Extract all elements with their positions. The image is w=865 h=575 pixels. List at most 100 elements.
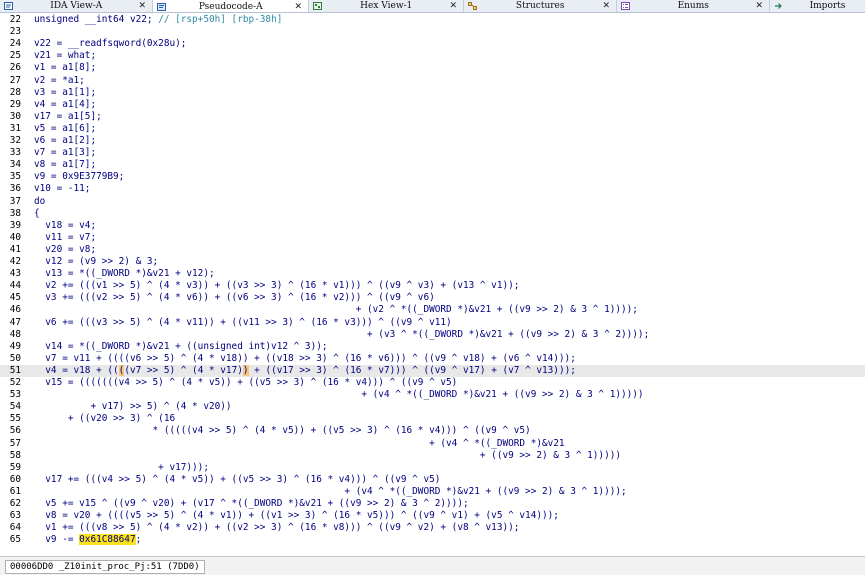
code-line[interactable]: 22 unsigned __int64 v22; // [rsp+50h] [rb… [0,14,865,26]
code-line[interactable]: 37 do [0,196,865,208]
code-text: v8 = a1[7]; [34,159,97,171]
code-line[interactable]: 32 v6 = a1[2]; [0,135,865,147]
line-number: 25 [9,50,21,62]
status-bar: 00006DD0 _Z10init_proc_Pj:51 (7DD0) [0,556,865,575]
code-text: v12 = (v9 >> 2) & 3; [34,256,159,267]
code-line[interactable]: 49 v14 = *((_DWORD *)&v21 + ((unsigned i… [0,341,865,353]
code-line-current[interactable]: 51 v4 = v18 + ((((v7 >> 5) ^ (4 * v17)) … [0,364,865,377]
tab-structures[interactable]: Structures ✕ [464,0,617,12]
code-line[interactable]: 35 v9 = 0x9E3779B9; [0,171,865,183]
code-line[interactable]: 47 v6 += (((v3 >> 5) ^ (4 * v11)) + ((v1… [0,317,865,329]
line-number: 59 [9,461,21,473]
code-line[interactable]: 23 [0,26,865,38]
tab-enums[interactable]: Enums ✕ [617,0,770,12]
code-line[interactable]: 41 v20 = v8; [0,244,865,256]
line-number: 30 [9,110,21,122]
code-line[interactable]: 62 v5 += v15 ^ ((v9 ^ v20) + (v17 ^ *((_… [0,498,865,510]
code-line[interactable]: 48 + (v3 ^ *((_DWORD *)&v21 + ((v9 >> 2)… [0,329,865,341]
code-line[interactable]: 27 v2 = *a1; [0,75,865,87]
close-icon[interactable]: ✕ [449,1,457,11]
code-comment: // [rsp+50h] [rbp-38h] [158,14,283,25]
code-line[interactable]: 60 v17 += (((v4 >> 5) ^ (4 * v5)) + ((v5… [0,474,865,486]
code-line[interactable]: 53 + (v4 ^ *((_DWORD *)&v21 + ((v9 >> 2)… [0,389,865,401]
code-line[interactable]: 43 v13 = *((_DWORD *)&v21 + v12); [0,268,865,280]
code-text: v5 += v15 ^ ((v9 ^ v20) + (v17 ^ *((_DWO… [34,498,469,509]
code-line[interactable]: 34 v8 = a1[7]; [0,159,865,171]
code-line[interactable]: 42 v12 = (v9 >> 2) & 3; [0,256,865,268]
code-text: v10 = -11; [34,183,91,195]
pseudocode-icon [157,2,166,11]
imports-icon [774,2,783,10]
code-line[interactable]: 45 v3 += (((v2 >> 5) ^ (4 * v6)) + ((v6 … [0,292,865,304]
line-number: 34 [9,159,21,171]
line-number: 24 [9,38,21,50]
code-text: v18 = v4; [34,219,97,231]
disassembly-icon [4,2,13,10]
code-line[interactable]: 28 v3 = a1[1]; [0,87,865,99]
matched-paren-open: ( [118,364,125,376]
code-text: v4 = a1[4]; [34,98,97,110]
code-line[interactable]: 52 v15 = (((((((v4 >> 5) ^ (4 * v5)) + (… [0,377,865,389]
close-icon[interactable]: ✕ [755,1,763,11]
code-line[interactable]: 63 v8 = v20 + ((((v5 >> 5) ^ (4 * v1)) +… [0,510,865,522]
line-number: 45 [9,292,21,304]
code-line[interactable]: 33 v7 = a1[3]; [0,147,865,159]
code-line[interactable]: 25 v21 = what; [0,50,865,62]
code-line[interactable]: 57 + (v4 ^ *((_DWORD *)&v21 [0,438,865,450]
line-number: 64 [9,522,21,534]
line-number: 62 [9,498,21,509]
line-number: 56 [9,425,21,437]
code-line[interactable]: 64 v1 += (((v8 >> 5) ^ (4 * v2)) + ((v2 … [0,522,865,534]
code-line[interactable]: 38 { [0,208,865,220]
line-number: 46 [9,304,21,316]
line-number: 22 [9,14,21,25]
line-number: 26 [9,62,21,74]
tab-pseudocode-a[interactable]: Pseudocode-A ✕ [153,0,309,12]
code-line[interactable]: 40 v11 = v7; [0,232,865,244]
line-number: 47 [9,316,21,328]
code-line[interactable]: 55 + ((v20 >> 3) ^ (16 [0,413,865,425]
code-text: v14 = *((_DWORD *)&v21 + ((unsigned int)… [34,340,328,352]
code-text: + (v3 ^ *((_DWORD *)&v21 + ((v9 >> 2) & … [34,328,650,340]
close-icon[interactable]: ✕ [294,2,302,12]
pseudocode-editor[interactable]: 22 unsigned __int64 v22; // [rsp+50h] [rb… [0,14,865,554]
tab-ida-view-a[interactable]: IDA View-A ✕ [0,0,153,12]
close-icon[interactable]: ✕ [602,1,610,11]
code-line[interactable]: 59 + v17))); [0,462,865,474]
code-line[interactable]: 58 + ((v9 >> 2) & 3 ^ 1))))) [0,450,865,462]
code-line[interactable]: 30 v17 = a1[5]; [0,111,865,123]
code-text: + v17))); [34,461,209,473]
code-line[interactable]: 54 + v17) >> 5) ^ (4 * v20)) [0,401,865,413]
tab-hex-view-1[interactable]: Hex View-1 ✕ [309,0,464,12]
code-line[interactable]: 46 + (v2 ^ *((_DWORD *)&v21 + ((v9 >> 2)… [0,304,865,316]
code-line[interactable]: 44 v2 += (((v1 >> 5) ^ (4 * v3)) + ((v3 … [0,280,865,292]
code-text: do [34,195,46,207]
code-text: v13 = *((_DWORD *)&v21 + v12); [34,268,215,280]
line-number: 44 [9,280,21,292]
close-icon[interactable]: ✕ [138,1,146,11]
code-line[interactable]: 56 * (((((v4 >> 5) ^ (4 * v5)) + ((v5 >>… [0,425,865,437]
tab-label: Enums [677,1,709,11]
code-line[interactable]: 24 v22 = __readfsqword(0x28u); [0,38,865,50]
status-address: 00006DD0 _Z10init_proc_Pj:51 (7DD0) [5,560,205,574]
tab-imports[interactable]: Imports [770,0,865,12]
code-line[interactable]: 29 v4 = a1[4]; [0,99,865,111]
code-text: v6 = a1[2]; [34,135,97,146]
structures-icon [468,2,477,10]
line-number: 61 [9,485,21,497]
code-line[interactable]: 39 v18 = v4; [0,220,865,232]
code-line[interactable]: 31 v5 = a1[6]; [0,123,865,135]
code-line[interactable]: 65 v9 -= 0x61C88647; [0,534,865,546]
code-text: v1 = a1[8]; [34,62,97,74]
code-line[interactable]: 50 v7 = v11 + ((((v6 >> 5) ^ (4 * v18)) … [0,353,865,365]
code-text: + (v4 ^ *((_DWORD *)&v21 + ((v9 >> 2) & … [34,485,627,497]
code-line[interactable]: 26 v1 = a1[8]; [0,62,865,74]
code-line[interactable]: 36 v10 = -11; [0,183,865,195]
tab-label: Hex View-1 [360,1,413,11]
code-line[interactable]: 61 + (v4 ^ *((_DWORD *)&v21 + ((v9 >> 2)… [0,486,865,498]
line-number: 33 [9,147,21,159]
tab-bar: IDA View-A ✕ Pseudocode-A ✕ Hex View-1 ✕ Struc… [0,0,865,13]
code-text: v11 = v7; [34,231,97,243]
line-number: 55 [9,413,21,425]
line-number: 39 [9,219,21,231]
